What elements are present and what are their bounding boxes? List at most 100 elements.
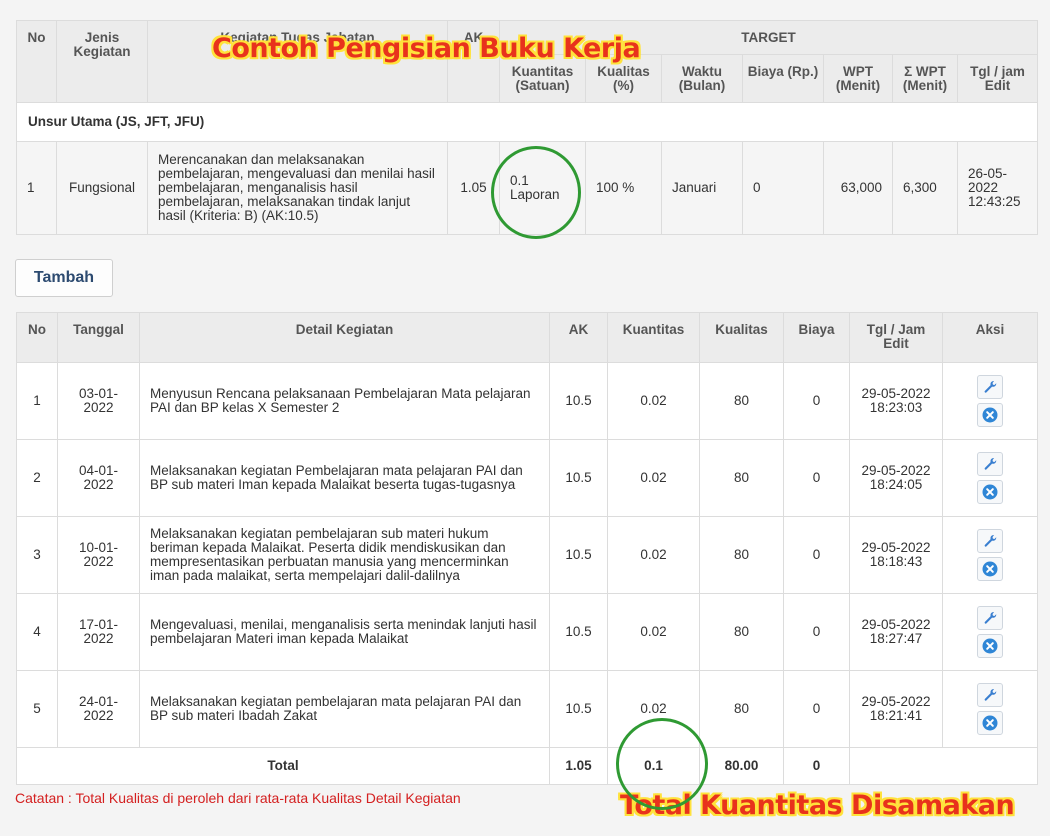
row-tgl-date: 29-05-2022: [861, 617, 931, 632]
total-kualitas: 80.00: [699, 747, 784, 785]
note-text: Catatan : Total Kualitas di peroleh dari…: [15, 790, 461, 806]
target-sum-wpt: 6,300: [892, 141, 958, 235]
target-kualitas: 100 %: [585, 141, 662, 235]
edit-button[interactable]: [977, 452, 1003, 476]
close-circle-icon: [982, 407, 998, 423]
edit-button[interactable]: [977, 683, 1003, 707]
target-wpt: 63,000: [823, 141, 893, 235]
row-no: 4: [16, 593, 58, 671]
row-tgl-edit: 29-05-2022 18:27:47: [849, 593, 943, 671]
row-aksi: [942, 439, 1038, 517]
row-tgl-time: 18:18:43: [869, 554, 923, 569]
row-kuantitas: 0.02: [607, 593, 700, 671]
detail-header-ak: AK: [549, 312, 608, 363]
target-no: 1: [16, 141, 57, 235]
close-circle-icon: [982, 715, 998, 731]
wrench-icon: [984, 689, 997, 701]
row-tgl-date: 29-05-2022: [861, 540, 931, 555]
total-label: Total: [16, 747, 550, 785]
row-tanggal: 10-01-2022: [57, 516, 140, 594]
detail-header-kualitas: Kualitas: [699, 312, 784, 363]
table-row: 2 04-01-2022 Melaksanakan kegiatan Pembe…: [16, 439, 1038, 517]
table-row: 1 03-01-2022 Menyusun Rencana pelaksanaa…: [16, 362, 1038, 440]
row-tgl-edit: 29-05-2022 18:24:05: [849, 439, 943, 517]
target-biaya: 0: [742, 141, 824, 235]
row-no: 3: [16, 516, 58, 594]
row-tgl-time: 18:23:03: [869, 400, 923, 415]
row-tanggal: 03-01-2022: [57, 362, 140, 440]
tambah-button[interactable]: Tambah: [15, 259, 113, 297]
detail-header-biaya: Biaya: [783, 312, 850, 363]
delete-button[interactable]: [977, 557, 1003, 581]
row-tgl-edit: 29-05-2022 18:18:43: [849, 516, 943, 594]
target-tgl-edit: 26-05-2022 12:43:25: [956, 141, 1039, 235]
close-circle-icon: [982, 484, 998, 500]
row-kualitas: 80: [699, 593, 784, 671]
detail-table: No Tanggal Detail Kegiatan AK Kuantitas …: [16, 312, 1038, 785]
delete-button[interactable]: [977, 634, 1003, 658]
row-ak: 10.5: [549, 670, 608, 748]
total-ak: 1.05: [549, 747, 608, 785]
detail-header-detail-kegiatan: Detail Kegiatan: [139, 312, 550, 363]
edit-button[interactable]: [977, 606, 1003, 630]
header-sum-wpt: Σ WPT (Menit): [892, 54, 958, 103]
row-tgl-date: 29-05-2022: [861, 463, 931, 478]
row-aksi: [942, 362, 1038, 440]
row-detail-kegiatan: Melaksanakan kegiatan Pembelajaran mata …: [139, 439, 550, 517]
table-row: 5 24-01-2022 Melaksanakan kegiatan pembe…: [16, 670, 1038, 748]
detail-header-aksi: Aksi: [942, 312, 1038, 363]
row-aksi: [942, 516, 1038, 594]
annotation-title: Contoh Pengisian Buku Kerja: [212, 33, 641, 64]
row-tgl-edit: 29-05-2022 18:21:41: [849, 670, 943, 748]
row-kualitas: 80: [699, 516, 784, 594]
row-ak: 10.5: [549, 516, 608, 594]
wrench-icon: [984, 381, 997, 393]
close-circle-icon: [982, 638, 998, 654]
row-aksi: [942, 670, 1038, 748]
row-kuantitas: 0.02: [607, 516, 700, 594]
target-tgl-date: 26-05-2022: [968, 166, 1008, 195]
header-no: No: [16, 20, 57, 103]
detail-header-tanggal: Tanggal: [57, 312, 140, 363]
delete-button[interactable]: [977, 480, 1003, 504]
row-detail-kegiatan: Menyusun Rencana pelaksanaan Pembelajara…: [139, 362, 550, 440]
row-tgl-time: 18:21:41: [869, 708, 923, 723]
delete-button[interactable]: [977, 403, 1003, 427]
detail-header-tgl-jam-edit: Tgl / Jam Edit: [849, 312, 943, 363]
row-biaya: 0: [783, 439, 850, 517]
row-tgl-time: 18:27:47: [869, 631, 923, 646]
header-biaya: Biaya (Rp.): [742, 54, 824, 103]
close-circle-icon: [982, 561, 998, 577]
row-tgl-edit: 29-05-2022 18:23:03: [849, 362, 943, 440]
wrench-icon: [984, 612, 997, 624]
row-tgl-time: 18:24:05: [869, 477, 923, 492]
row-biaya: 0: [783, 670, 850, 748]
row-biaya: 0: [783, 362, 850, 440]
header-jenis-kegiatan: Jenis Kegiatan: [56, 20, 148, 103]
row-tanggal: 04-01-2022: [57, 439, 140, 517]
total-biaya: 0: [783, 747, 850, 785]
row-kuantitas: 0.02: [607, 439, 700, 517]
highlight-circle-total-kuantitas: [616, 718, 708, 810]
row-kuantitas: 0.02: [607, 362, 700, 440]
row-ak: 10.5: [549, 593, 608, 671]
row-kualitas: 80: [699, 362, 784, 440]
wrench-icon: [984, 535, 997, 547]
row-no: 1: [16, 362, 58, 440]
row-ak: 10.5: [549, 362, 608, 440]
detail-header-kuantitas: Kuantitas: [607, 312, 700, 363]
total-empty: [849, 747, 1038, 785]
header-waktu: Waktu (Bulan): [661, 54, 743, 103]
edit-button[interactable]: [977, 375, 1003, 399]
row-aksi: [942, 593, 1038, 671]
row-kualitas: 80: [699, 670, 784, 748]
total-row: Total 1.05 0.1 80.00 0: [16, 747, 1038, 785]
header-wpt: WPT (Menit): [823, 54, 893, 103]
wrench-icon: [984, 458, 997, 470]
row-no: 5: [16, 670, 58, 748]
row-biaya: 0: [783, 593, 850, 671]
header-tgl-jam-edit: Tgl / jam Edit: [956, 54, 1039, 103]
detail-header-no: No: [16, 312, 58, 363]
delete-button[interactable]: [977, 711, 1003, 735]
edit-button[interactable]: [977, 529, 1003, 553]
